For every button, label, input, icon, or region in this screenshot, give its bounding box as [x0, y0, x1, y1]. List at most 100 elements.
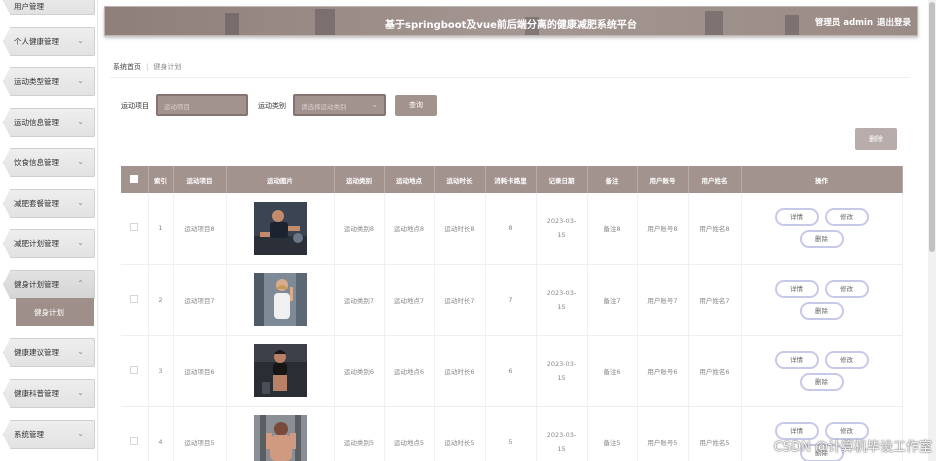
sport-place-cell: 运动地点7	[384, 264, 435, 336]
sport-item-cell: 运动项目8	[173, 193, 227, 265]
column-header: 运动地点	[384, 166, 435, 193]
delete-button[interactable]: 删除	[799, 372, 844, 391]
sidebar-item-sport-info[interactable]: 运动信息管理 ⌄	[3, 108, 95, 137]
actions-cell: 详情 修改删除	[741, 264, 903, 336]
row-actions: 详情 修改删除	[767, 350, 877, 391]
chevron-down-icon: ⌄	[77, 117, 84, 126]
sidebar-item-label: 饮食信息管理	[14, 158, 59, 167]
index-cell: 2	[148, 264, 174, 336]
sport-type-cell: 运动类别6	[334, 335, 385, 407]
user-account-cell: 用户账号6	[637, 335, 689, 407]
sidebar-item-label: 运动信息管理	[14, 118, 59, 127]
sport-type-label: 运动类别	[258, 102, 286, 110]
sidebar-item-personal-health[interactable]: 个人健康管理 ⌄	[3, 27, 95, 56]
column-header: 备注	[587, 166, 638, 193]
user-name-cell: 用户姓名7	[688, 264, 742, 336]
chevron-down-icon: ⌄	[77, 76, 84, 85]
submenu-fitness-plan[interactable]: 健身计划	[16, 298, 94, 326]
select-all-checkbox[interactable]	[130, 174, 139, 183]
table-header-row: 索引 运动项目 运动图片 运动类别 运动地点 运动时长 消耗卡路里 记录日期 备…	[121, 166, 903, 193]
batch-delete-button[interactable]: 删除	[855, 128, 897, 150]
user-account-cell: 用户账号8	[637, 193, 689, 265]
sport-image-cell	[226, 406, 335, 461]
note-cell: 备注7	[587, 264, 638, 336]
calories-cell: 6	[485, 335, 537, 407]
sport-type-select[interactable]: 请选择运动类别 ⌄	[293, 94, 386, 116]
vertical-scrollbar[interactable]	[928, 0, 936, 461]
row-checkbox[interactable]	[130, 223, 139, 232]
sidebar-item-sport-type[interactable]: 运动类型管理 ⌄	[3, 67, 95, 96]
row-checkbox[interactable]	[130, 436, 139, 445]
column-header: 运动图片	[226, 166, 335, 193]
sport-item-input[interactable]: 运动项目	[156, 94, 248, 116]
sidebar-item-label: 用户管理	[14, 2, 44, 11]
sport-type-cell: 运动类别8	[334, 193, 385, 265]
note-cell: 备注6	[587, 335, 638, 407]
sport-image-cell	[226, 264, 335, 336]
delete-button[interactable]: 删除	[799, 301, 844, 320]
detail-button[interactable]: 详情	[774, 279, 819, 298]
chevron-down-icon: ⌄	[77, 429, 84, 438]
row-checkbox[interactable]	[130, 294, 139, 303]
breadcrumb-home[interactable]: 系统首页	[113, 63, 141, 71]
table-row: 3 运动项目6 运动类别6 运动地点6 运动时长6 6 2023-03-15 备注6 用户账号6…	[121, 335, 903, 407]
actions-cell: 详情 修改删除	[741, 193, 903, 265]
calories-cell: 7	[485, 264, 537, 336]
sidebar-item-health-science[interactable]: 健康科普管理 ⌄	[3, 379, 95, 408]
query-button[interactable]: 查询	[395, 95, 437, 116]
date-cell: 2023-03-15	[536, 264, 588, 336]
sport-item-label: 运动项目	[121, 102, 149, 110]
header-background-building	[315, 9, 335, 35]
sport-photo	[253, 415, 307, 461]
divider	[110, 77, 910, 78]
logout-link[interactable]: 退出登录	[877, 16, 911, 28]
sidebar-item-label: 运动类型管理	[14, 77, 59, 86]
app-page: 用户管理 个人健康管理 ⌄ 运动类型管理 ⌄ 运动信息管理 ⌄ 饮食信息管理 ⌄…	[0, 0, 936, 461]
note-cell: 备注5	[587, 406, 638, 461]
column-header: 用户姓名	[688, 166, 742, 193]
current-user: 管理员 admin	[814, 18, 873, 28]
sidebar-item-diet-plan[interactable]: 减肥计划管理 ⌄	[3, 229, 95, 258]
actions-cell: 详情 修改删除	[741, 335, 903, 407]
edit-button[interactable]: 修改	[824, 350, 869, 369]
breadcrumb-current: 健身计划	[153, 63, 182, 71]
user-account-cell: 用户账号5	[637, 406, 689, 461]
sidebar-item-diet-info[interactable]: 饮食信息管理 ⌄	[3, 148, 95, 177]
chevron-down-icon: ⌄	[371, 100, 378, 109]
date-cell: 2023-03-15	[536, 335, 588, 407]
row-checkbox[interactable]	[130, 365, 139, 374]
sidebar-item-fitness-plan[interactable]: 健身计划管理 ⌃	[3, 270, 95, 299]
index-cell: 3	[148, 335, 174, 407]
row-select-cell	[121, 193, 149, 265]
sidebar-item-system[interactable]: 系统管理 ⌄	[3, 420, 95, 449]
sidebar-item-label: 个人健康管理	[14, 37, 59, 46]
data-table: 索引 运动项目 运动图片 运动类别 运动地点 运动时长 消耗卡路里 记录日期 备…	[121, 166, 903, 461]
column-header: 运动时长	[434, 166, 486, 193]
chevron-down-icon: ⌄	[77, 157, 84, 166]
csdn-watermark: CSDN @计算机毕设工作室	[773, 440, 932, 455]
detail-button[interactable]: 详情	[774, 208, 819, 227]
chevron-down-icon: ⌄	[77, 388, 84, 397]
detail-button[interactable]: 详情	[774, 350, 819, 369]
sport-duration-cell: 运动时长7	[434, 264, 486, 336]
edit-button[interactable]: 修改	[824, 208, 869, 227]
chevron-down-icon: ⌄	[77, 238, 84, 247]
delete-button[interactable]: 删除	[799, 230, 844, 249]
edit-button[interactable]: 修改	[824, 279, 869, 298]
sidebar-item-diet-package[interactable]: 减肥套餐管理 ⌄	[3, 189, 95, 218]
table-row: 2 运动项目7 运动类别7 运动地点7 运动时长7 7 2023-03-15 备注7 用户账号7…	[121, 264, 903, 336]
sport-type-cell: 运动类别7	[334, 264, 385, 336]
sport-photo	[253, 273, 307, 326]
scrollbar-thumb[interactable]	[929, 2, 935, 252]
breadcrumb-separator: |	[146, 63, 149, 71]
sidebar-item-health-advice[interactable]: 健康建议管理 ⌄	[3, 338, 95, 367]
chevron-down-icon: ⌄	[77, 36, 84, 45]
column-header: 索引	[148, 166, 174, 193]
row-select-cell	[121, 264, 149, 336]
sidebar-item-label: 系统管理	[14, 430, 44, 439]
sport-duration-cell: 运动时长6	[434, 335, 486, 407]
submenu-label: 健身计划	[34, 308, 64, 317]
sport-type-placeholder: 请选择运动类别	[301, 103, 347, 111]
sidebar-item-user-management[interactable]: 用户管理	[3, 0, 95, 15]
date-cell: 2023-03-15	[536, 193, 588, 265]
